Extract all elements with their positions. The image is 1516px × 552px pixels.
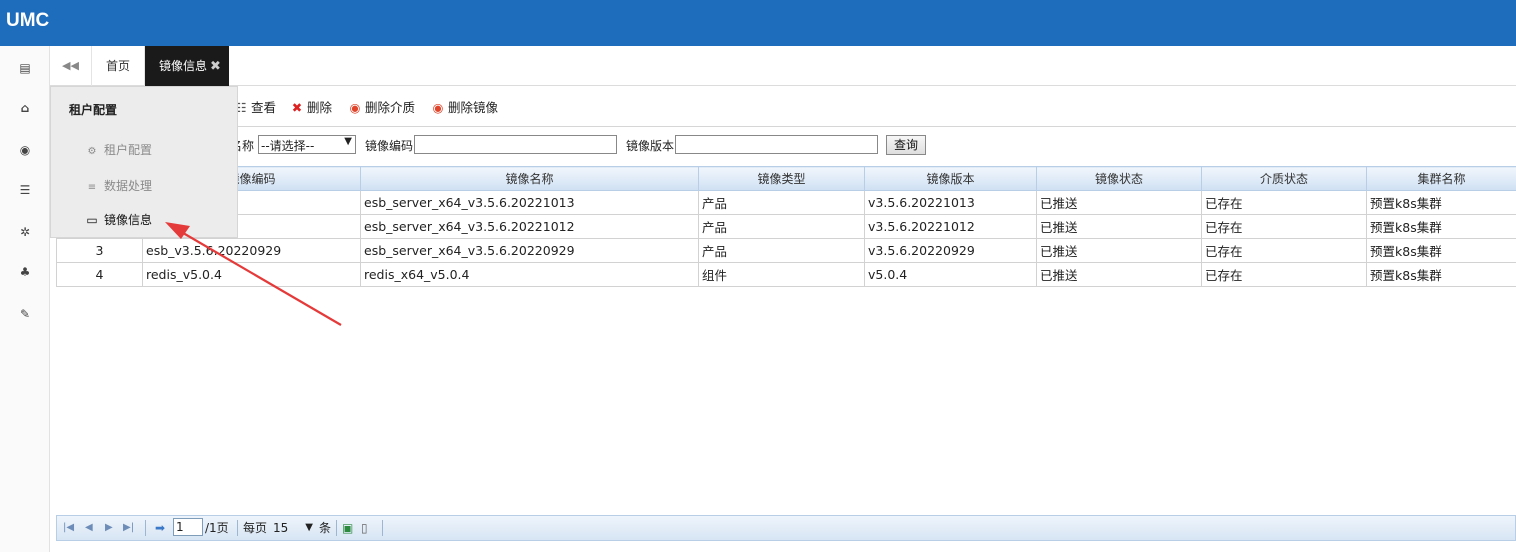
left-icon-bar: ▤ ⌂ ◉ ☰ ✲ ♣ ✎ <box>0 46 50 552</box>
cell-image-status: 已推送 <box>1036 262 1202 287</box>
cell-image-name: esb_server_x64_v3.5.6.20220929 <box>360 238 699 263</box>
pagination-bar: |◀ ◀ ▶ ▶| ➡ 1 /1页 每页 15 ▼ 条 ▣ ▯ <box>56 515 1516 541</box>
cell-image-status: 已推送 <box>1036 190 1202 215</box>
next-page-icon[interactable]: ▶ <box>105 520 113 536</box>
delete-button[interactable]: ✖ 删除 <box>290 98 332 118</box>
delete-circle-icon: ◉ <box>432 100 444 115</box>
table-row[interactable]: 4 redis_v5.0.4 redis_x64_v5.0.4 组件 v5.0.… <box>56 262 1516 287</box>
delete-media-button[interactable]: ◉ 删除介质 <box>348 98 415 118</box>
table-header-row: 镜像编码 镜像名称 镜像类型 镜像版本 镜像状态 介质状态 集群名称 <box>56 166 1516 191</box>
document-icon[interactable]: ▯ <box>361 520 368 536</box>
tab-image-info-label: 镜像信息 <box>159 59 208 73</box>
cell-media-status: 已存在 <box>1201 262 1367 287</box>
cell-image-status: 已推送 <box>1036 214 1202 239</box>
chevron-down-icon: ▼ <box>344 136 352 147</box>
column-header[interactable]: 介质状态 <box>1201 166 1367 191</box>
list-icon[interactable]: ☰ <box>15 182 35 198</box>
view-button[interactable]: ☷ 查看 <box>234 98 276 118</box>
app-logo: UMC <box>6 10 50 31</box>
menu-item-tenant-config[interactable]: ⚙ 租户配置 <box>85 141 153 159</box>
app-header: UMC <box>0 0 1516 46</box>
column-header[interactable]: 镜像状态 <box>1036 166 1202 191</box>
cell-media-status: 已存在 <box>1201 238 1367 263</box>
cell-cluster-name: 预置k8s集群 <box>1366 262 1516 287</box>
row-number: 4 <box>56 262 143 287</box>
first-page-icon[interactable]: |◀ <box>63 520 74 536</box>
pager-divider <box>237 520 238 536</box>
cell-image-version: v3.5.6.20220929 <box>864 238 1037 263</box>
page-number-input[interactable]: 1 <box>173 518 203 536</box>
cell-image-name: esb_server_x64_v3.5.6.20221013 <box>360 190 699 215</box>
cell-image-name: esb_server_x64_v3.5.6.20221012 <box>360 214 699 239</box>
table-row[interactable]: 2 221012 esb_server_x64_v3.5.6.20221012 … <box>56 214 1516 239</box>
gear-icon[interactable]: ✲ <box>15 224 35 240</box>
cell-image-version: v5.0.4 <box>864 262 1037 287</box>
cell-image-version: v3.5.6.20221012 <box>864 214 1037 239</box>
cell-cluster-name: 预置k8s集群 <box>1366 238 1516 263</box>
excel-export-icon[interactable]: ▣ <box>342 520 353 536</box>
database-icon: ≡ <box>87 182 97 193</box>
column-header[interactable]: 镜像类型 <box>698 166 865 191</box>
prev-page-icon[interactable]: ◀ <box>85 520 93 536</box>
unit-label: 条 <box>319 521 332 535</box>
divider <box>56 126 1516 127</box>
delete-x-icon: ✖ <box>291 100 303 115</box>
tab-back-icon[interactable]: ◀◀ <box>50 46 92 86</box>
menu-item-data-processing[interactable]: ≡ 数据处理 <box>85 177 152 195</box>
tab-image-info[interactable]: 镜像信息 ✖ <box>145 46 229 86</box>
wrench-icon[interactable]: ✎ <box>15 306 35 322</box>
cell-image-code: esb_v3.5.6.20220929 <box>142 238 361 263</box>
page-size-select[interactable]: 15 ▼ <box>271 519 317 537</box>
last-page-icon[interactable]: ▶| <box>123 520 134 536</box>
table-row[interactable]: 1 221013 esb_server_x64_v3.5.6.20221013 … <box>56 190 1516 215</box>
cell-media-status: 已存在 <box>1201 190 1367 215</box>
column-header[interactable]: 镜像版本 <box>864 166 1037 191</box>
name-select[interactable]: --请选择-- ▼ <box>258 135 356 154</box>
version-input[interactable] <box>675 135 878 154</box>
window-icon: ▭ <box>86 213 98 227</box>
row-number: 3 <box>56 238 143 263</box>
pager-divider <box>145 520 146 536</box>
table-row[interactable]: 3 esb_v3.5.6.20220929 esb_server_x64_v3.… <box>56 238 1516 263</box>
version-label: 镜像版本 <box>626 139 675 153</box>
per-page-label: 每页 <box>243 521 268 535</box>
code-label: 镜像编码 <box>365 139 414 153</box>
query-button[interactable]: 查询 <box>886 135 926 155</box>
cell-cluster-name: 预置k8s集群 <box>1366 214 1516 239</box>
cell-media-status: 已存在 <box>1201 214 1367 239</box>
cell-image-code: redis_v5.0.4 <box>142 262 361 287</box>
chevron-down-icon: ▼ <box>305 522 313 533</box>
pager-divider <box>382 520 383 536</box>
bank-icon[interactable]: ⌂ <box>15 100 35 116</box>
menu-item-image-info[interactable]: ▭ 镜像信息 <box>85 211 152 229</box>
menu-title: 租户配置 <box>69 103 118 117</box>
cell-image-type: 产品 <box>698 238 865 263</box>
cell-image-type: 组件 <box>698 262 865 287</box>
column-header[interactable]: 镜像名称 <box>360 166 699 191</box>
delete-image-button[interactable]: ◉ 删除镜像 <box>431 98 498 118</box>
close-icon[interactable]: ✖ <box>210 59 221 74</box>
cell-image-type: 产品 <box>698 190 865 215</box>
tenant-config-menu: 租户配置 ⚙ 租户配置 ≡ 数据处理 ▭ 镜像信息 <box>50 86 238 238</box>
code-input[interactable] <box>414 135 617 154</box>
column-header[interactable]: 集群名称 <box>1366 166 1516 191</box>
tab-bar: ◀◀ 首页 镜像信息 ✖ <box>50 46 1516 86</box>
cell-image-status: 已推送 <box>1036 238 1202 263</box>
id-card-icon[interactable]: ▤ <box>15 60 35 76</box>
go-arrow-icon[interactable]: ➡ <box>155 520 165 536</box>
pager-divider <box>336 520 337 536</box>
cell-image-name: redis_x64_v5.0.4 <box>360 262 699 287</box>
image-table: 镜像编码 镜像名称 镜像类型 镜像版本 镜像状态 介质状态 集群名称 1 221… <box>56 166 1516 287</box>
total-pages: /1页 <box>205 521 229 535</box>
cell-image-version: v3.5.6.20221013 <box>864 190 1037 215</box>
cell-image-type: 产品 <box>698 214 865 239</box>
tab-home[interactable]: 首页 <box>92 46 145 86</box>
cell-cluster-name: 预置k8s集群 <box>1366 190 1516 215</box>
sitemap-icon[interactable]: ♣ <box>15 264 35 280</box>
gears-icon: ⚙ <box>87 146 97 157</box>
delete-circle-icon: ◉ <box>349 100 361 115</box>
